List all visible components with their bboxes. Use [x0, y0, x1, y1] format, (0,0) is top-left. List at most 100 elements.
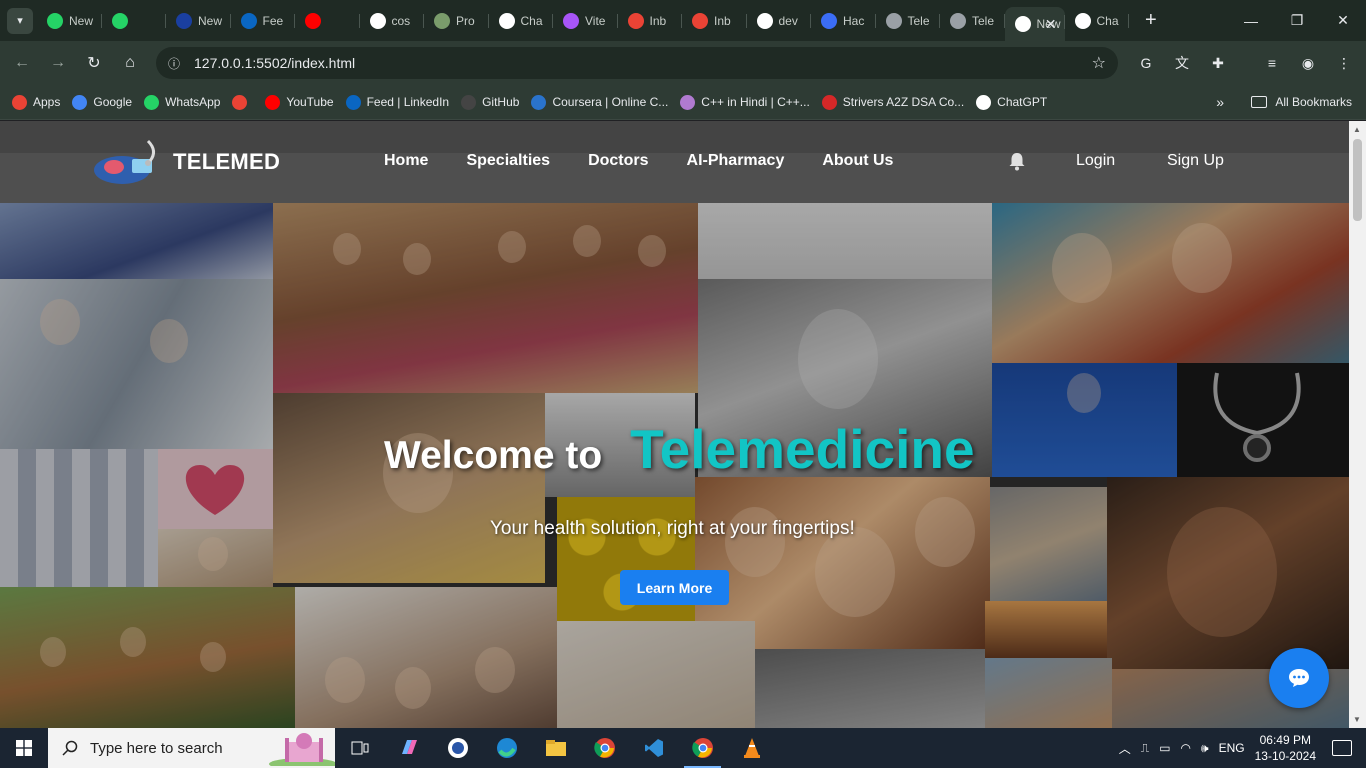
tab-title: Inb [649, 13, 667, 28]
copilot-icon[interactable] [384, 728, 433, 768]
grammarly-icon[interactable]: G [1128, 45, 1164, 81]
chatbot-button[interactable] [1269, 648, 1329, 708]
tab-title: Pro [456, 13, 475, 28]
bookmark-item[interactable]: ChatGPT [976, 94, 1047, 110]
search-highlight-illustration-icon [269, 733, 335, 766]
vlc-icon[interactable] [727, 728, 776, 768]
site-brand[interactable]: TELEMED [173, 149, 280, 175]
nav-specialties[interactable]: Specialties [466, 152, 550, 170]
tray-overflow-chevron-icon[interactable]: ︿ [1119, 740, 1131, 757]
bookmark-item[interactable]: WhatsApp [144, 94, 220, 110]
url-text[interactable]: 127.0.0.1:5502/index.html [194, 55, 355, 71]
browser-tab[interactable]: Hac [811, 6, 876, 36]
browser-tab[interactable]: New ✕ [1004, 7, 1065, 41]
minimize-button[interactable]: — [1228, 0, 1274, 41]
translate-icon[interactable]: 文 [1164, 45, 1200, 81]
taskbar-clock[interactable]: 06:49 PM 13-10-2024 [1255, 732, 1316, 764]
windows-start-button[interactable] [0, 728, 48, 768]
reload-icon[interactable]: ↻ [76, 45, 112, 81]
language-indicator[interactable]: ENG [1219, 741, 1245, 755]
browser-tab[interactable]: Cha [1065, 6, 1130, 36]
scroll-up-arrow-icon[interactable]: ▲ [1353, 125, 1361, 134]
browser-tab[interactable]: New [166, 6, 231, 36]
signup-link[interactable]: Sign Up [1167, 152, 1224, 170]
browser-tab[interactable]: Tele [940, 6, 1005, 36]
bookmarks-overflow-chevron-icon[interactable]: » [1216, 94, 1224, 110]
battery-icon[interactable]: ▭ [1159, 741, 1170, 755]
tab-title: Cha [520, 13, 543, 28]
profile-avatar-icon[interactable]: ◉ [1290, 45, 1326, 81]
site-info-icon[interactable]: ⓘ [162, 51, 186, 75]
linkedin-icon [345, 94, 361, 110]
chrome-icon[interactable] [580, 728, 629, 768]
nav-about-us[interactable]: About Us [822, 152, 893, 170]
home-icon[interactable]: ⌂ [112, 45, 148, 81]
vscode-icon[interactable] [629, 728, 678, 768]
scroll-down-arrow-icon[interactable]: ▼ [1353, 715, 1361, 724]
tab-close-icon[interactable]: ✕ [1045, 16, 1057, 33]
nav-doctors[interactable]: Doctors [588, 152, 648, 170]
learn-more-button[interactable]: Learn More [620, 570, 729, 605]
bookmark-item[interactable] [232, 94, 253, 110]
volume-icon[interactable]: 🕪 [1201, 741, 1209, 756]
bookmark-item[interactable]: Apps [12, 94, 60, 110]
browser-tab[interactable] [295, 6, 360, 36]
browser-tab[interactable]: New [37, 6, 102, 36]
address-bar[interactable]: ⓘ 127.0.0.1:5502/index.html ☆ [156, 47, 1118, 79]
bookmark-item[interactable]: YouTube [265, 94, 334, 110]
browser-tab[interactable]: Inb [682, 6, 747, 36]
notifications-icon[interactable] [1332, 740, 1352, 756]
file-explorer-icon[interactable] [531, 728, 580, 768]
bookmark-item[interactable]: C++ in Hindi | C++... [680, 94, 810, 110]
media-control-icon[interactable]: ≡ [1254, 45, 1290, 81]
extensions-puzzle-icon[interactable]: ✚ [1200, 45, 1236, 81]
chrome-active-icon[interactable] [678, 728, 727, 768]
hero-subtitle: Your health solution, right at your fing… [490, 518, 855, 539]
forward-arrow-icon[interactable]: → [40, 45, 76, 81]
browser-tab[interactable]: Pro [424, 6, 489, 36]
bookmark-item[interactable]: Coursera | Online C... [531, 94, 668, 110]
all-bookmarks-button[interactable]: All Bookmarks [1251, 95, 1352, 109]
browser-tab[interactable]: cos [360, 6, 425, 36]
gmail-icon [627, 12, 644, 29]
google-icon [369, 12, 386, 29]
tray-usb-icon[interactable]: ⎍ [1141, 741, 1149, 756]
bookmarks-bar: Apps Google WhatsApp YouTube Feed | LinkedIn… [0, 85, 1366, 120]
bookmark-star-icon[interactable]: ☆ [1092, 53, 1106, 73]
browser-tab[interactable]: dev [747, 6, 812, 36]
bookmark-item[interactable]: Feed | LinkedIn [345, 94, 449, 110]
globe-icon [885, 12, 902, 29]
bookmark-item[interactable]: Strivers A2Z DSA Co... [821, 94, 964, 110]
tab-search-chevron-icon[interactable]: ▾ [7, 7, 33, 34]
taskbar-search[interactable]: Type here to search [48, 728, 335, 768]
maximize-button[interactable]: ❐ [1274, 0, 1320, 41]
login-link[interactable]: Login [1076, 152, 1115, 170]
task-view-icon[interactable] [335, 728, 384, 768]
bookmark-item[interactable]: Google [72, 94, 132, 110]
browser-tab[interactable] [102, 6, 167, 36]
nav-home[interactable]: Home [384, 152, 428, 170]
hero-brand-text: Telemedicine [630, 418, 975, 480]
browser-tab[interactable]: Cha [489, 6, 554, 36]
edge-icon[interactable] [482, 728, 531, 768]
browser-tab[interactable]: Inb [618, 6, 683, 36]
bookmark-label: C++ in Hindi | C++... [701, 95, 810, 109]
browser-tab[interactable]: Fee [231, 6, 296, 36]
menu-kebab-icon[interactable]: ⋮ [1326, 45, 1362, 81]
back-arrow-icon[interactable]: ← [4, 45, 40, 81]
wifi-icon[interactable]: ◠ [1181, 741, 1191, 755]
chat-bubble-icon [1289, 669, 1309, 687]
page-scrollbar[interactable]: ▲ ▼ [1349, 121, 1366, 728]
close-window-button[interactable]: ✕ [1320, 0, 1366, 41]
folder-icon [1251, 96, 1268, 108]
notification-bell-icon[interactable] [1008, 151, 1026, 171]
browser-tab[interactable]: Tele [876, 6, 941, 36]
browser-tab[interactable]: Vite [553, 6, 618, 36]
bookmark-item[interactable]: GitHub [461, 94, 519, 110]
app-shield-icon[interactable] [433, 728, 482, 768]
nav-ai-pharmacy[interactable]: AI-Pharmacy [687, 152, 785, 170]
google-icon [756, 12, 773, 29]
scrollbar-thumb[interactable] [1353, 139, 1362, 221]
new-tab-button[interactable]: + [1145, 9, 1157, 32]
telemed-logo-icon[interactable] [92, 137, 164, 187]
